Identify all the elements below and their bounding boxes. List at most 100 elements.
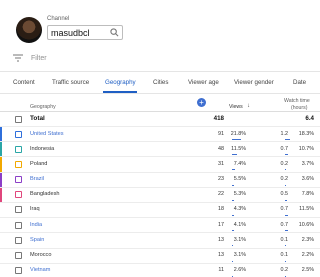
watch-time-percent: 2.3% xyxy=(301,236,314,243)
table-row[interactable]: Indonesia 48 11.5% 0.7 10.7% xyxy=(0,141,320,157)
channel-selector xyxy=(16,15,50,45)
country-name: Morocco xyxy=(30,252,52,258)
watch-time-share-bar xyxy=(285,154,288,156)
country-name[interactable]: Vietnam xyxy=(30,267,50,273)
table-row[interactable]: Spain 13 3.1% 0.1 2.3% xyxy=(0,232,320,247)
filter-placeholder: Filter xyxy=(31,54,47,62)
country-name: Indonesia xyxy=(30,145,55,152)
watch-time-percent: 11.5% xyxy=(299,206,314,213)
row-checkbox[interactable] xyxy=(15,191,22,199)
divider xyxy=(0,93,320,94)
table-row[interactable]: United States 91 21.8% 1.2 18.3% xyxy=(0,126,320,142)
views-percent: 5.5% xyxy=(233,176,246,183)
watch-time-percent: 10.6% xyxy=(298,221,314,228)
avatar xyxy=(16,17,42,43)
row-checkbox[interactable] xyxy=(15,236,22,244)
table-row[interactable]: Morocco 13 3.1% 0.1 2.2% xyxy=(0,247,320,263)
watch-time-value: 0.2 xyxy=(280,160,289,167)
views-value: 17 xyxy=(218,221,224,228)
filter-icon[interactable] xyxy=(13,54,23,62)
watch-time-percent: 3.6% xyxy=(301,176,314,183)
watch-time-share-bar xyxy=(285,184,286,186)
watch-time-percent: 7.8% xyxy=(301,191,314,198)
row-checkbox[interactable] xyxy=(15,221,22,229)
country-name: Iraq xyxy=(30,206,40,213)
country-name: Bangladesh xyxy=(30,191,60,198)
views-share-bar xyxy=(232,154,237,156)
views-value: 31 xyxy=(218,160,224,167)
col-header-watch-time[interactable]: Watch time xyxy=(284,98,310,104)
add-metric-icon[interactable]: + xyxy=(197,98,206,107)
watch-time-value: 1.2 xyxy=(280,130,289,137)
col-header-geography: Geography xyxy=(30,104,56,110)
sort-down-icon[interactable]: ↓ xyxy=(247,103,250,109)
total-views: 418 xyxy=(213,115,224,122)
views-value: 13 xyxy=(218,252,224,258)
watch-time-percent: 18.3% xyxy=(298,130,314,137)
watch-time-value: 0.1 xyxy=(280,236,289,243)
series-color-bar xyxy=(0,127,2,142)
views-share-bar xyxy=(232,260,234,262)
watch-time-percent: 2.5% xyxy=(301,267,314,274)
tab-content[interactable]: Content xyxy=(13,72,35,94)
data-table: Total 418 6.4 United States 91 21.8% 1.2… xyxy=(0,111,320,277)
table-row[interactable]: Poland 31 7.4% 0.2 3.7% xyxy=(0,156,320,172)
row-checkbox[interactable] xyxy=(15,176,22,184)
col-header-views[interactable]: Views xyxy=(229,104,243,110)
views-value: 11 xyxy=(218,267,224,274)
watch-time-value: 0.5 xyxy=(280,191,289,198)
watch-time-share-bar xyxy=(285,260,286,262)
total-row: Total 418 6.4 xyxy=(0,111,320,126)
row-checkbox[interactable] xyxy=(15,206,22,214)
views-value: 22 xyxy=(218,191,224,198)
channel-name: masudbcl xyxy=(51,27,90,38)
channel-label: Channel xyxy=(47,16,70,22)
tab-viewer-gender[interactable]: Viewer gender xyxy=(234,72,274,94)
views-value: 48 xyxy=(218,145,224,152)
table-row[interactable]: Vietnam 11 2.6% 0.2 2.5% xyxy=(0,262,320,277)
tab-bar: Content Traffic source Geography Cities … xyxy=(0,72,320,94)
total-watch-time: 6.4 xyxy=(305,115,314,122)
views-share-bar xyxy=(232,139,241,140)
table-row[interactable]: Brazil 23 5.5% 0.2 3.6% xyxy=(0,171,320,187)
row-checkbox[interactable] xyxy=(15,267,22,275)
views-share-bar xyxy=(232,184,235,186)
table-row[interactable]: Iraq 18 4.3% 0.7 11.5% xyxy=(0,201,320,217)
views-percent: 2.6% xyxy=(233,267,246,274)
channel-input[interactable]: masudbcl xyxy=(47,25,123,40)
country-name[interactable]: Brazil xyxy=(30,176,44,182)
series-color-bar xyxy=(0,157,2,172)
watch-time-value: 0.7 xyxy=(280,145,289,152)
views-percent: 3.1% xyxy=(233,252,246,258)
tab-cities[interactable]: Cities xyxy=(153,72,168,94)
watch-time-share-bar xyxy=(285,214,289,216)
search-icon[interactable] xyxy=(110,28,119,37)
views-value: 13 xyxy=(218,236,224,243)
country-name[interactable]: Spain xyxy=(30,237,44,243)
country-name[interactable]: United States xyxy=(30,131,64,137)
tab-date[interactable]: Date xyxy=(293,72,306,94)
views-percent: 21.8% xyxy=(230,130,246,137)
views-value: 23 xyxy=(218,176,224,183)
watch-time-value: 0.1 xyxy=(280,252,289,258)
filter-bar[interactable]: Filter xyxy=(13,54,47,62)
table-row[interactable]: India 17 4.1% 0.7 10.6% xyxy=(0,217,320,232)
views-value: 91 xyxy=(218,130,224,137)
series-color-bar xyxy=(0,142,2,157)
watch-time-share-bar xyxy=(285,245,286,247)
row-checkbox[interactable] xyxy=(15,130,22,138)
tab-traffic-source[interactable]: Traffic source xyxy=(52,72,89,94)
row-checkbox[interactable] xyxy=(15,145,22,153)
country-name: Poland xyxy=(30,160,48,167)
watch-time-value: 0.2 xyxy=(280,267,289,274)
row-checkbox[interactable] xyxy=(15,160,22,168)
views-percent: 11.5% xyxy=(231,145,246,152)
tab-viewer-age[interactable]: Viewer age xyxy=(188,72,219,94)
total-label: Total xyxy=(30,115,45,122)
total-checkbox[interactable] xyxy=(15,115,22,123)
row-checkbox[interactable] xyxy=(15,252,22,259)
country-name[interactable]: India xyxy=(30,222,42,228)
table-row[interactable]: Bangladesh 22 5.3% 0.5 7.8% xyxy=(0,186,320,202)
views-share-bar xyxy=(232,230,234,232)
watch-time-percent: 10.7% xyxy=(298,145,314,152)
